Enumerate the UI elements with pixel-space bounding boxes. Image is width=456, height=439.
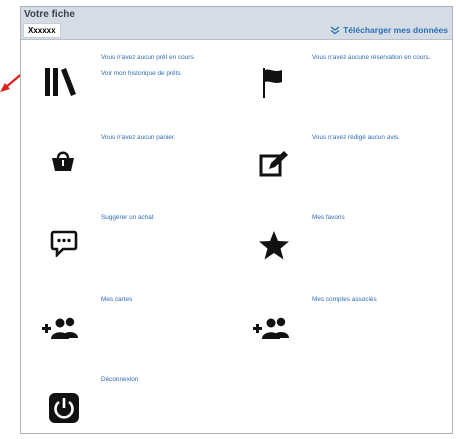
star-icon bbox=[259, 231, 289, 260]
basket-status: Vous n'avez aucun panier. bbox=[101, 134, 176, 141]
shopping-basket-icon bbox=[52, 151, 74, 171]
double-chevron-down-icon bbox=[330, 25, 340, 34]
suggest-purchase-link[interactable]: Suggérer un achat bbox=[101, 214, 231, 223]
linked-accounts-link[interactable]: Mes comptes associés bbox=[312, 296, 442, 305]
edit-icon bbox=[259, 151, 288, 177]
cards-link[interactable]: Mes cartes bbox=[101, 296, 231, 305]
reservations-status: Vous n'avez aucune réservation en cours. bbox=[312, 54, 431, 61]
page-title: Votre fiche bbox=[24, 9, 75, 20]
favorites-link[interactable]: Mes favoris bbox=[312, 214, 442, 223]
books-icon bbox=[45, 68, 76, 96]
user-name: Xxxxxx bbox=[23, 23, 61, 38]
download-data-label: Télécharger mes données bbox=[343, 25, 448, 35]
download-data-link[interactable]: Télécharger mes données bbox=[330, 25, 448, 35]
loans-status: Vous n'avez aucun prêt en cours. bbox=[101, 54, 196, 61]
flag-icon bbox=[263, 68, 282, 98]
profile-panel: Votre fiche Xxxxxx Télécharger mes donné… bbox=[20, 6, 453, 434]
add-users-icon bbox=[253, 317, 289, 339]
add-users-icon bbox=[42, 317, 78, 339]
chat-bubble-icon bbox=[50, 230, 78, 257]
loan-history-link[interactable]: Voir mon historique de prêts bbox=[101, 70, 231, 79]
logout-link[interactable]: Déconnexion bbox=[101, 376, 231, 385]
profile-header: Votre fiche Xxxxxx Télécharger mes donné… bbox=[21, 7, 452, 40]
power-icon[interactable] bbox=[48, 392, 80, 424]
reviews-status: Vous n'avez rédigé aucun avis. bbox=[312, 134, 400, 141]
